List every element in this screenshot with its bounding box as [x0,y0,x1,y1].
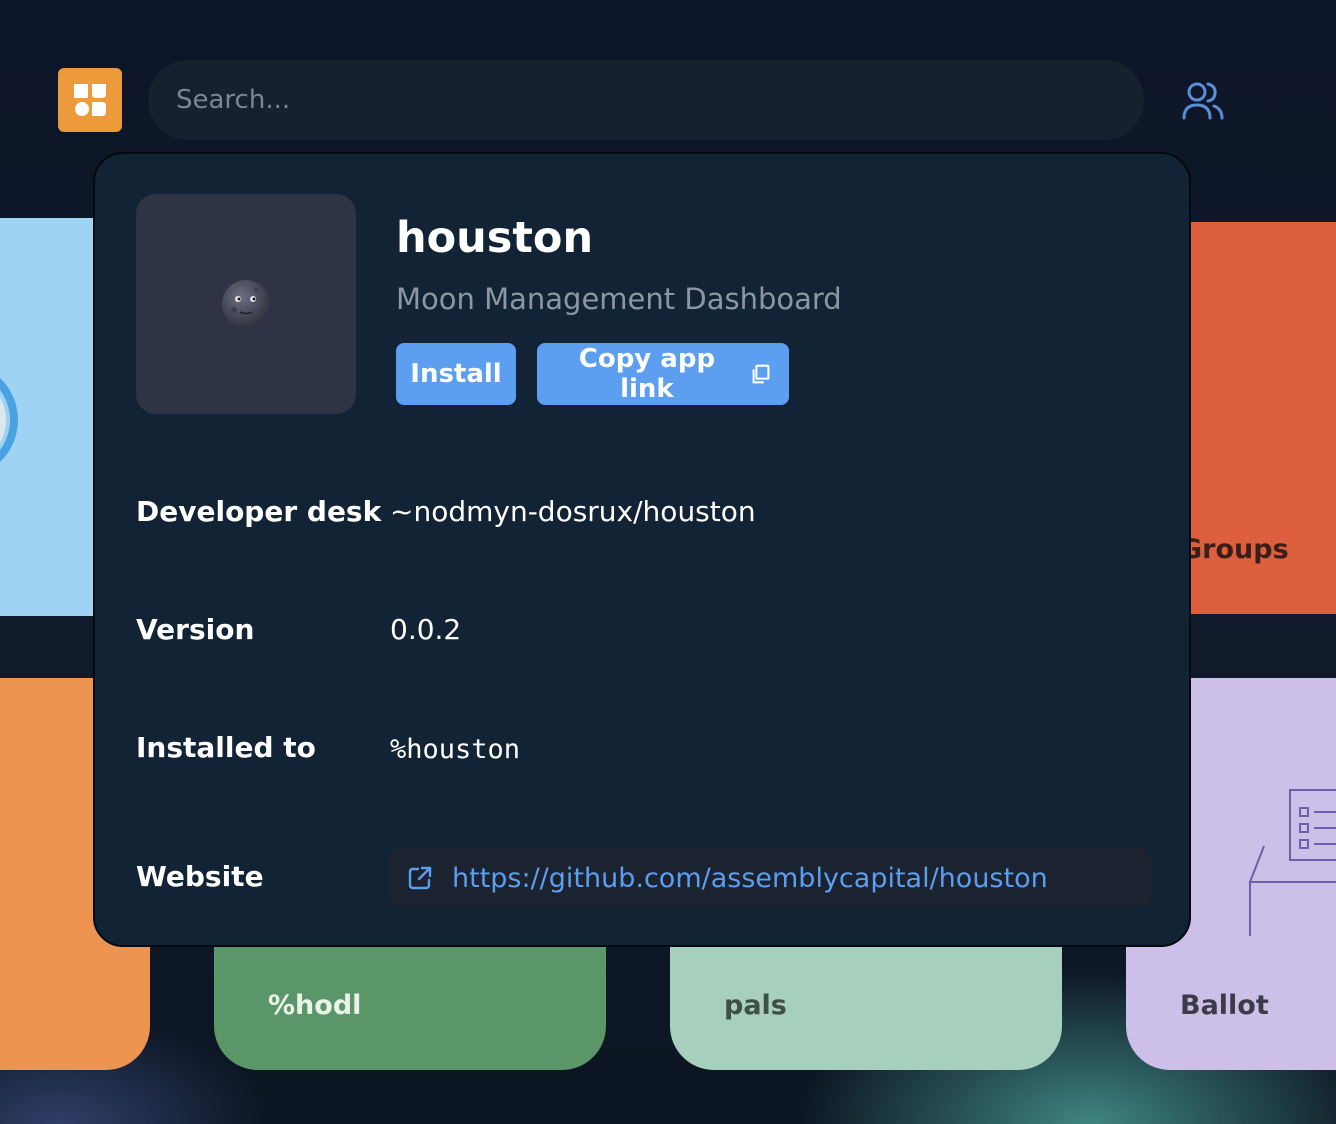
copy-app-link-label: Copy app link [578,344,716,404]
installed-to-value: %houston [390,734,521,765]
grid-shapes-icon [74,84,106,116]
website-label: Website [136,860,264,893]
tile-label-groups: Groups [1180,534,1289,565]
developer-desk-label: Developer desk [136,495,382,528]
installed-to-label: Installed to [136,731,316,764]
copy-icon [752,364,770,384]
tile-label-pals: pals [724,990,787,1021]
moon-face-icon [222,280,270,328]
grid-logo[interactable] [58,68,122,132]
copy-app-link-button[interactable]: Copy app link [537,343,789,405]
tile-label-hodl: %hodl [268,990,362,1021]
app-subtitle: Moon Management Dashboard [396,282,842,316]
search-input[interactable] [148,60,1144,140]
website-link[interactable]: https://github.com/assemblycapital/houst… [390,848,1152,908]
app-tile-groups[interactable]: Groups [1180,222,1336,614]
ballot-box-icon [1248,789,1336,936]
version-value: 0.0.2 [390,613,462,646]
tile-label-ballot: Ballot [1180,990,1269,1021]
ring-icon [0,378,18,462]
app-tile-blue[interactable] [0,218,100,616]
install-button-label: Install [410,359,502,389]
app-icon [136,194,356,414]
app-title: houston [396,213,594,263]
website-url: https://github.com/assemblycapital/houst… [452,862,1048,894]
install-button[interactable]: Install [396,343,516,405]
people-icon[interactable] [1180,78,1226,124]
developer-desk-value: ~nodmyn-dosrux/houston [390,495,756,528]
app-details-modal: houston Moon Management Dashboard Instal… [93,152,1191,947]
external-link-icon [408,866,432,890]
version-label: Version [136,613,255,646]
